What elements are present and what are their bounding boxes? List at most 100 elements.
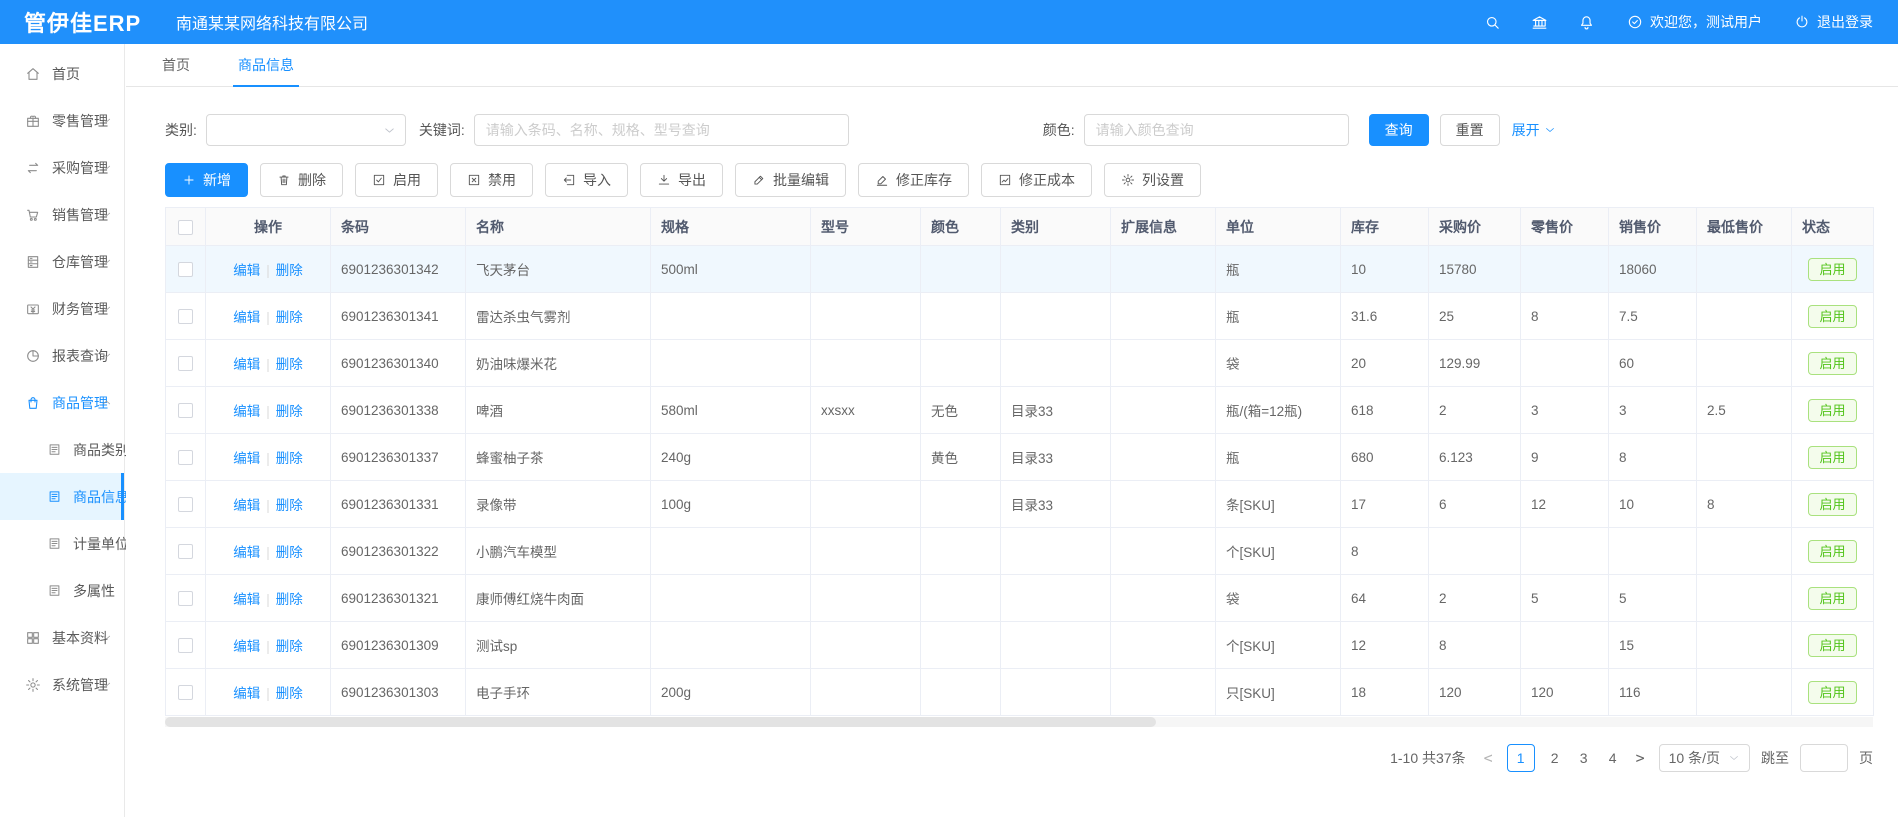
row-checkbox[interactable]	[178, 591, 193, 606]
page-number-2[interactable]: 2	[1546, 750, 1564, 766]
disable-button[interactable]: 禁用	[450, 163, 533, 197]
import-button[interactable]: 导入	[545, 163, 628, 197]
keyword-input[interactable]	[474, 114, 849, 146]
row-checkbox[interactable]	[178, 403, 193, 418]
next-page-button[interactable]: >	[1633, 749, 1648, 767]
edit-link[interactable]: 编辑	[233, 545, 260, 560]
batch-edit-button[interactable]: 批量编辑	[735, 163, 846, 197]
page-number-3[interactable]: 3	[1575, 750, 1593, 766]
sidebar-item-home[interactable]: 首页	[0, 50, 124, 97]
add-button[interactable]: 新增	[165, 163, 248, 197]
delete-link[interactable]: 删除	[276, 498, 303, 513]
cell-status: 启用	[1792, 575, 1874, 622]
row-checkbox[interactable]	[178, 497, 193, 512]
export-button[interactable]: 导出	[640, 163, 723, 197]
sidebar-item-product[interactable]: 商品管理	[0, 379, 124, 426]
color-input[interactable]	[1084, 114, 1349, 146]
cell-spec	[651, 293, 811, 340]
sidebar-item-finance[interactable]: 财务管理	[0, 285, 124, 332]
cell-unit: 袋	[1216, 575, 1341, 622]
cell-model	[811, 528, 921, 575]
fix-stock-button[interactable]: 修正库存	[858, 163, 969, 197]
sidebar-subitem-label: 商品类别	[73, 440, 129, 460]
prev-page-button[interactable]: <	[1481, 749, 1496, 767]
welcome-user[interactable]: 欢迎您，测试用户	[1627, 12, 1762, 32]
reset-button[interactable]: 重置	[1440, 114, 1500, 146]
delete-link[interactable]: 删除	[276, 686, 303, 701]
sidebar-item-measure-unit[interactable]: 计量单位	[0, 520, 124, 567]
sidebar-item-multi-attribute[interactable]: 多属性	[0, 567, 124, 614]
cell-operations: 编辑|删除	[206, 481, 331, 528]
edit-link[interactable]: 编辑	[233, 357, 260, 372]
platform-icon[interactable]	[1531, 14, 1548, 31]
delete-link[interactable]: 删除	[276, 357, 303, 372]
sidebar-item-basic-data[interactable]: 基本资料	[0, 614, 124, 661]
horizontal-scrollbar[interactable]	[165, 717, 1873, 727]
sidebar-item-retail[interactable]: 零售管理	[0, 97, 124, 144]
delete-link[interactable]: 删除	[276, 639, 303, 654]
edit-link[interactable]: 编辑	[233, 686, 260, 701]
row-checkbox[interactable]	[178, 638, 193, 653]
page-number-1[interactable]: 1	[1507, 744, 1535, 772]
fix-cost-button[interactable]: 修正成本	[981, 163, 1092, 197]
sidebar-item-label: 零售管理	[52, 111, 108, 131]
delete-link[interactable]: 删除	[276, 592, 303, 607]
sidebar-item-warehouse[interactable]: 仓库管理	[0, 238, 124, 285]
row-checkbox[interactable]	[178, 685, 193, 700]
delete-link[interactable]: 删除	[276, 545, 303, 560]
sidebar-item-system[interactable]: 系统管理	[0, 661, 124, 708]
cell-spec: 200g	[651, 669, 811, 716]
cell-model	[811, 669, 921, 716]
logout-button[interactable]: 退出登录	[1794, 12, 1873, 32]
edit-link[interactable]: 编辑	[233, 404, 260, 419]
category-select[interactable]	[206, 114, 406, 146]
row-checkbox[interactable]	[178, 450, 193, 465]
cell-retail-price	[1521, 340, 1609, 387]
row-checkbox[interactable]	[178, 544, 193, 559]
sidebar-item-purchase[interactable]: 采购管理	[0, 144, 124, 191]
edit-link[interactable]: 编辑	[233, 498, 260, 513]
cell-status: 启用	[1792, 528, 1874, 575]
page-size-select[interactable]: 10 条/页	[1659, 744, 1750, 772]
edit-link[interactable]: 编辑	[233, 263, 260, 278]
column-settings-button[interactable]: 列设置	[1104, 163, 1201, 197]
sidebar-item-sales[interactable]: 销售管理	[0, 191, 124, 238]
status-badge: 启用	[1808, 305, 1856, 328]
chevron-down-icon	[1544, 124, 1556, 136]
tab-home[interactable]: 首页	[157, 44, 195, 87]
tab-product-info[interactable]: 商品信息	[233, 44, 299, 87]
category-label: 类别:	[165, 120, 197, 140]
cell-sale-price: 5	[1609, 575, 1697, 622]
sidebar-item-product-category[interactable]: 商品类别	[0, 426, 124, 473]
edit-link[interactable]: 编辑	[233, 310, 260, 325]
cell-retail-price: 12	[1521, 481, 1609, 528]
delete-link[interactable]: 删除	[276, 451, 303, 466]
select-all-checkbox[interactable]	[178, 220, 193, 235]
jump-page-input[interactable]	[1800, 744, 1848, 772]
scrollbar-thumb[interactable]	[165, 717, 1156, 727]
search-icon[interactable]	[1484, 14, 1501, 31]
cell-purchase-price: 8	[1429, 622, 1521, 669]
delete-link[interactable]: 删除	[276, 263, 303, 278]
enable-button[interactable]: 启用	[355, 163, 438, 197]
delete-link[interactable]: 删除	[276, 404, 303, 419]
row-checkbox[interactable]	[178, 309, 193, 324]
edit-link[interactable]: 编辑	[233, 639, 260, 654]
edit-link[interactable]: 编辑	[233, 451, 260, 466]
row-checkbox[interactable]	[178, 356, 193, 371]
delete-link[interactable]: 删除	[276, 310, 303, 325]
bell-icon[interactable]	[1578, 14, 1595, 31]
cell-ext	[1111, 293, 1216, 340]
cell-status: 启用	[1792, 387, 1874, 434]
expand-link[interactable]: 展开	[1512, 120, 1556, 140]
sidebar-item-report[interactable]: 报表查询	[0, 332, 124, 379]
cell-purchase-price: 6.123	[1429, 434, 1521, 481]
sidebar-item-product-info[interactable]: 商品信息	[0, 473, 124, 520]
delete-button[interactable]: 删除	[260, 163, 343, 197]
cell-purchase-price	[1429, 528, 1521, 575]
search-button[interactable]: 查询	[1369, 114, 1429, 146]
chevron-down-icon	[101, 209, 112, 220]
edit-link[interactable]: 编辑	[233, 592, 260, 607]
page-number-4[interactable]: 4	[1604, 750, 1622, 766]
row-checkbox[interactable]	[178, 262, 193, 277]
